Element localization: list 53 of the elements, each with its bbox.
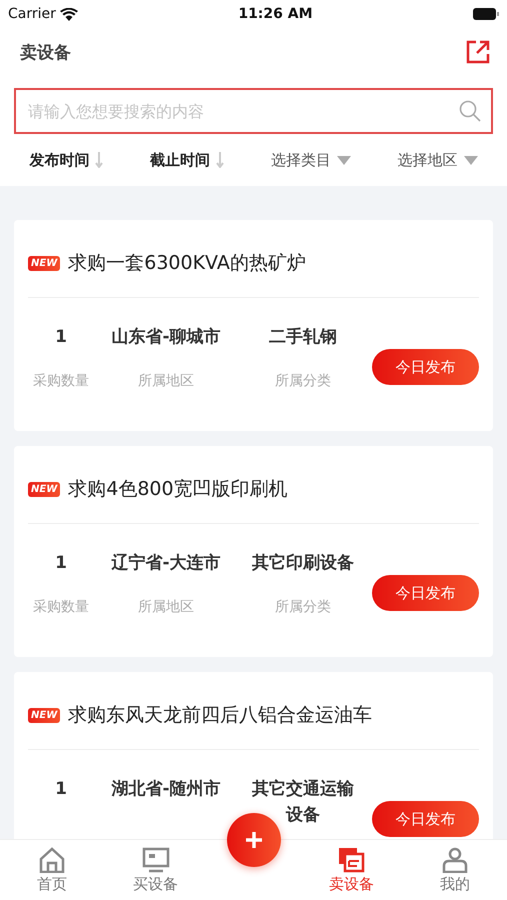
card-title: 求购东风天龙前四后八铝合金运油车 xyxy=(68,703,372,728)
stat-value: 1 xyxy=(55,552,67,575)
monitor-icon xyxy=(142,846,170,872)
status-time: 11:26 AM xyxy=(238,6,313,22)
share-icon[interactable] xyxy=(465,39,491,65)
tab-item[interactable]: 首页 xyxy=(0,840,104,900)
search-input[interactable]: 请输入您想要搜索的内容 xyxy=(26,100,459,122)
request-card[interactable]: NEW 求购东风天龙前四后八铝合金运油车 1 湖北省-随州市 其它交通运输设备 今日发布 xyxy=(14,672,493,839)
stat-value: 1 xyxy=(55,778,67,801)
publish-button[interactable]: 今日发布 xyxy=(372,575,479,611)
person-icon xyxy=(441,846,470,872)
add-button[interactable] xyxy=(227,813,281,867)
stat-label: 所属分类 xyxy=(275,598,331,616)
request-card[interactable]: NEW 求购一套6300KVA的热矿炉 1 采购数量 山东省-聊城市 所属地区 二手轧钢 所属分类 今日发布 xyxy=(14,220,493,431)
home-icon xyxy=(38,846,66,872)
stat-label: 所属分类 xyxy=(275,372,331,390)
new-badge: NEW xyxy=(28,256,60,270)
filter-tab[interactable]: 截止时间 xyxy=(150,150,224,170)
card-title: 求购4色800宽凹版印刷机 xyxy=(68,477,288,502)
dropdown-icon xyxy=(336,156,351,164)
stat-value: 二手轧钢 xyxy=(269,326,337,349)
stat-value: 其它交通运输设备 xyxy=(251,778,355,827)
stat-label: 采购数量 xyxy=(33,372,89,390)
plus-icon xyxy=(245,831,263,849)
tab-item[interactable]: 卖设备 xyxy=(299,840,404,900)
new-badge: NEW xyxy=(28,482,60,496)
tab-item[interactable]: 我的 xyxy=(403,840,507,900)
tab-item[interactable]: 买设备 xyxy=(104,840,208,900)
card-title: 求购一套6300KVA的热矿炉 xyxy=(68,251,306,276)
sort-arrow-icon xyxy=(95,152,104,168)
wifi-icon xyxy=(60,8,78,20)
publish-button[interactable]: 今日发布 xyxy=(372,349,479,385)
stat-label: 采购数量 xyxy=(33,598,89,616)
filter-tab[interactable]: 选择类目 xyxy=(270,150,351,170)
stat-label: 所属地区 xyxy=(138,598,194,616)
stat-value: 山东省-聊城市 xyxy=(111,326,221,349)
new-badge: NEW xyxy=(28,708,60,722)
request-card[interactable]: NEW 求购4色800宽凹版印刷机 1 采购数量 辽宁省-大连市 所属地区 其它印刷设备 所属分类 今日发布 xyxy=(14,446,493,657)
stack-icon xyxy=(337,846,366,872)
stat-value: 辽宁省-大连市 xyxy=(111,552,221,575)
stat-value: 其它印刷设备 xyxy=(252,552,354,575)
page-title: 卖设备 xyxy=(20,42,71,64)
stat-value: 湖北省-随州市 xyxy=(111,778,221,801)
search-field[interactable]: 请输入您想要搜索的内容 xyxy=(14,88,493,134)
publish-button[interactable]: 今日发布 xyxy=(372,801,479,837)
battery-icon xyxy=(472,8,499,20)
sort-arrow-icon xyxy=(216,152,224,168)
stat-label: 所属地区 xyxy=(138,372,194,390)
carrier-label: Carrier xyxy=(8,6,56,22)
filter-tab[interactable]: 选择地区 xyxy=(398,150,478,170)
dropdown-icon xyxy=(464,156,478,164)
filter-tab[interactable]: 发布时间 xyxy=(29,150,104,170)
stat-value: 1 xyxy=(55,326,67,349)
